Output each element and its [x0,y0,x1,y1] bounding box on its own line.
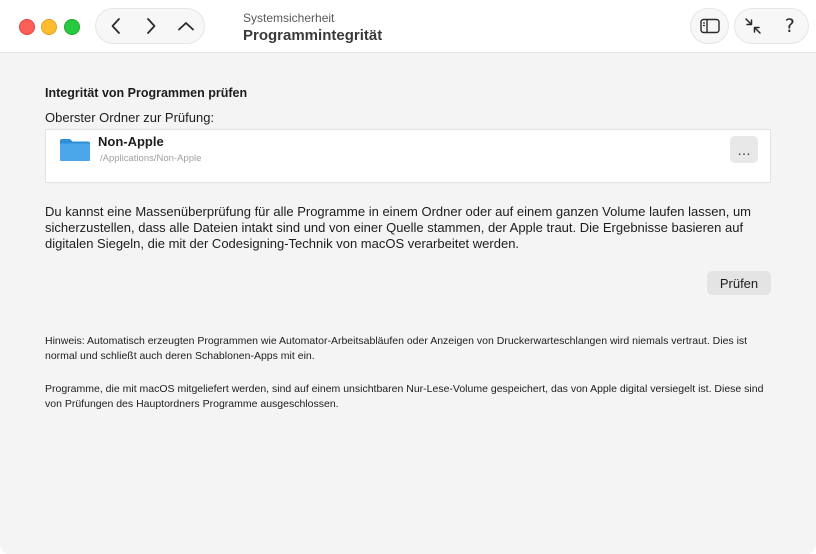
back-button[interactable] [98,9,134,43]
description-text: Du kannst eine Massenüberprüfung für all… [45,204,752,251]
chevron-up-icon [178,22,194,31]
system-apps-note: Programme, die mit macOS mitgeliefert we… [45,383,764,410]
toggle-sidebar-button[interactable] [690,8,729,44]
minimize-window-button[interactable] [41,19,57,35]
choose-folder-button[interactable]: … [730,136,758,163]
chevron-left-icon [111,18,120,34]
section-title: Integrität von Programmen prüfen [45,86,248,100]
window-actions-group: ? [734,8,809,44]
help-button[interactable]: ? [772,9,809,43]
collapse-button[interactable] [735,9,772,43]
enclosing-folder-button[interactable] [168,9,204,43]
chevron-right-icon [147,18,156,34]
help-icon: ? [784,15,795,37]
maximize-window-button[interactable] [64,19,80,35]
folder-name: Non-Apple [98,134,164,149]
navigation-group [95,8,205,44]
forward-button[interactable] [133,9,169,43]
folder-label: Oberster Ordner zur Prüfung: [45,110,215,125]
window-subtitle: Systemsicherheit [243,11,335,25]
folder-selector[interactable]: Non-Apple /Applications/Non-Apple … [45,129,771,183]
collapse-icon [745,18,761,34]
check-button[interactable]: Prüfen [707,271,771,295]
sidebar-icon [699,18,720,34]
app-window: Systemsicherheit Programmintegrität ? In… [0,0,816,554]
close-window-button[interactable] [19,19,35,35]
window-title: Programmintegrität [243,27,383,44]
title-bar: Systemsicherheit Programmintegrität ? [0,0,816,53]
folder-path: /Applications/Non-Apple [100,153,202,164]
hint-note: Hinweis: Automatisch erzeugten Programme… [45,335,748,362]
folder-icon [60,139,90,161]
